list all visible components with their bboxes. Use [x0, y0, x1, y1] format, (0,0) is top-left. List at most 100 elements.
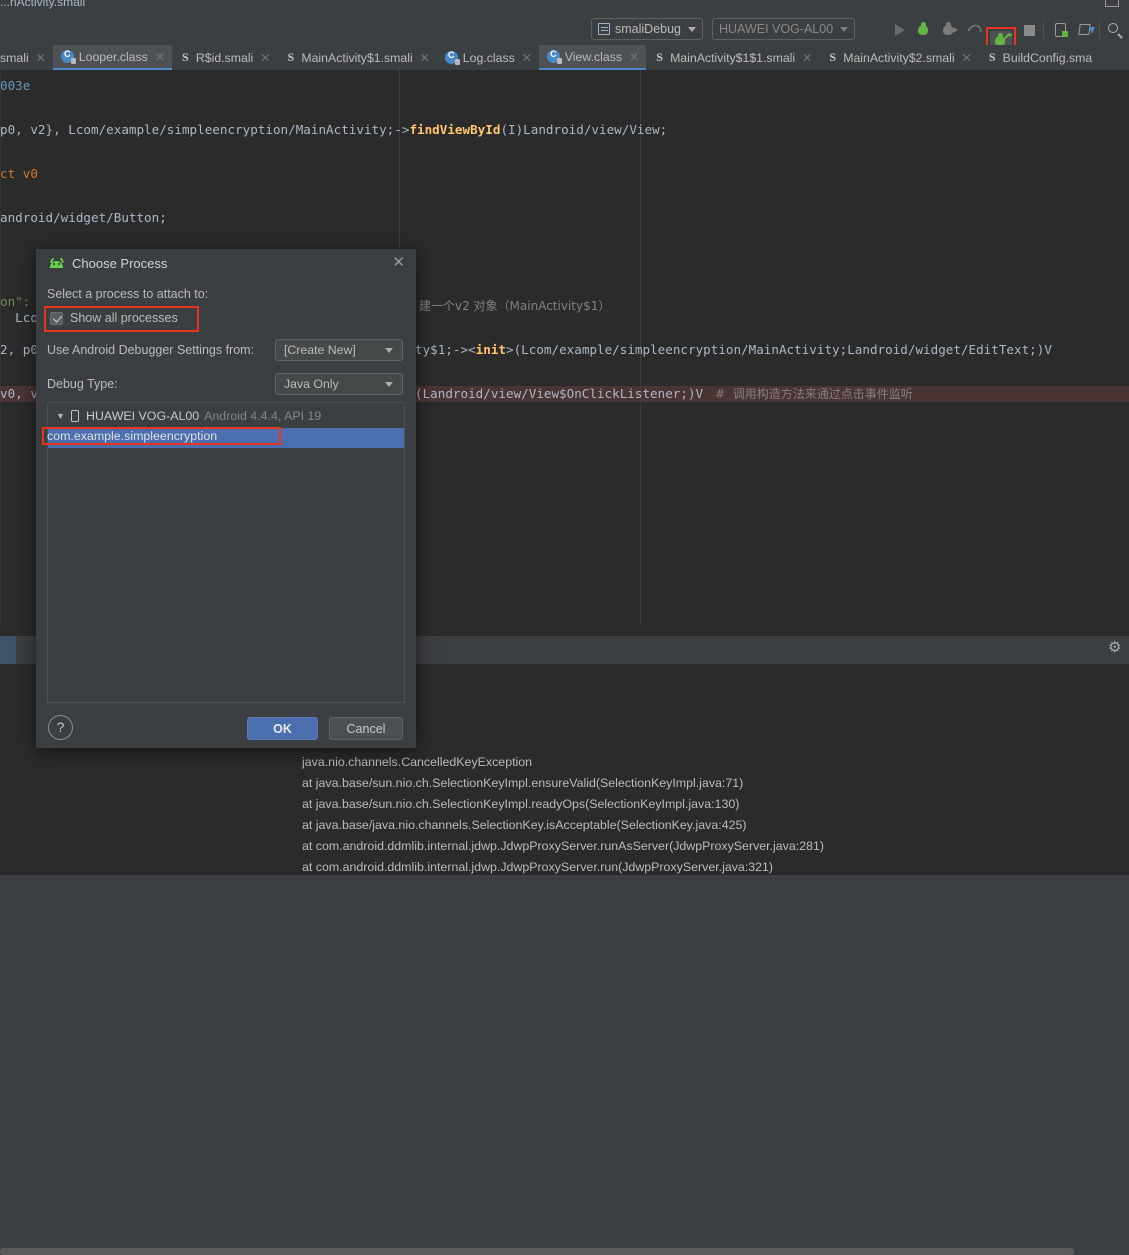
close-icon[interactable]: ✕ [392, 255, 405, 270]
sdk-manager-icon[interactable] [1078, 22, 1096, 40]
close-icon[interactable]: ✕ [629, 51, 639, 63]
tab-mainactivity1-1-smali[interactable]: S MainActivity$1$1.smali ✕ [646, 45, 819, 70]
chevron-down-icon [385, 347, 393, 353]
tab-label: BuildConfig.sma [1002, 50, 1093, 65]
show-all-processes-highlight [44, 306, 199, 332]
tab-smali-truncated[interactable]: smali ✕ [0, 45, 53, 70]
avd-manager-icon[interactable] [1053, 22, 1071, 40]
device-node-name: HUAWEI VOG-AL00 [86, 409, 200, 423]
process-tree[interactable]: ▼ HUAWEI VOG-AL00 Android 4.4.4, API 19 [47, 402, 405, 703]
close-icon[interactable]: ✕ [36, 52, 46, 64]
code-fragment: (I)Landroid/view/View; [500, 122, 668, 137]
class-file-icon [546, 49, 562, 64]
debug-type-value: Java Only [284, 377, 339, 391]
smali-file-icon: S [988, 50, 996, 64]
debug-step-icon[interactable] [941, 22, 959, 40]
toolbar-separator [1099, 22, 1100, 39]
dialog-title: Choose Process [72, 256, 168, 271]
android-studio-window: ...nActivity.smali smaliDebug HUAWEI VOG… [0, 0, 1129, 1255]
tab-label: Log.class [462, 50, 515, 65]
code-line: 003e [0, 78, 31, 93]
chevron-down-icon[interactable]: ▼ [56, 411, 67, 421]
console-line: java.nio.channels.CancelledKeyException [302, 755, 533, 769]
code-line: p0, v2}, Lcom/example/simpleencryption/M… [0, 122, 667, 138]
code-line: on": [0, 294, 31, 309]
console-line: at java.base/sun.nio.ch.SelectionKeyImpl… [302, 776, 744, 790]
run-configuration-label: smaliDebug [615, 22, 682, 36]
smali-file-icon: S [287, 50, 295, 64]
chevron-down-icon [840, 26, 849, 32]
code-comment: 建一个v2 对象（MainActivity$1） [419, 299, 611, 313]
rerun-icon[interactable] [966, 23, 984, 41]
close-icon[interactable]: ✕ [522, 52, 532, 64]
code-line: ct v0 [0, 166, 38, 181]
code-line: 2, p0 [0, 342, 38, 357]
code-fragment: (Landroid/view/View$OnClickListener;)V [415, 386, 704, 401]
smali-file-icon: S [829, 50, 837, 64]
device-icon [71, 410, 79, 422]
window-titlebar: ...nActivity.smali [0, 0, 1129, 13]
tab-mainactivity2-smali[interactable]: S MainActivity$2.smali ✕ [819, 45, 978, 70]
class-file-icon [60, 49, 76, 64]
run-configuration-selector[interactable]: smaliDebug [591, 18, 704, 40]
tab-label: MainActivity$1.smali [301, 50, 413, 65]
tab-log-class[interactable]: Log.class ✕ [437, 45, 539, 70]
tab-rid-smali[interactable]: S R$id.smali ✕ [172, 45, 277, 70]
window-title: ...nActivity.smali [0, 0, 86, 9]
smali-file-icon: S [656, 50, 663, 64]
console-line: at com.android.ddmlib.internal.jdwp.Jdwp… [302, 860, 774, 874]
tool-window-tab[interactable] [0, 636, 16, 664]
chevron-down-icon [688, 26, 697, 32]
device-label: HUAWEI VOG-AL00 [719, 22, 834, 36]
code-line: android/widget/Button; [0, 210, 167, 225]
debug-type-label: Debug Type: [47, 377, 118, 391]
device-tree-node[interactable]: ▼ HUAWEI VOG-AL00 Android 4.4.4, API 19 [48, 406, 321, 426]
tab-view-class[interactable]: View.class ✕ [538, 45, 647, 70]
close-icon[interactable]: ✕ [420, 52, 430, 64]
device-selector[interactable]: HUAWEI VOG-AL00 [712, 18, 856, 40]
tab-label: MainActivity$1$1.smali [670, 50, 796, 65]
debug-icon[interactable] [916, 22, 934, 40]
ok-button[interactable]: OK [247, 717, 318, 740]
console-line: at java.base/sun.nio.ch.SelectionKeyImpl… [302, 797, 740, 811]
debug-type-select[interactable]: Java Only [275, 373, 403, 395]
scrollbar-thumb[interactable] [0, 1248, 1074, 1255]
run-icon[interactable] [891, 22, 909, 40]
debugger-settings-select[interactable]: [Create New] [275, 339, 403, 361]
dialog-titlebar: Choose Process ✕ [36, 249, 416, 279]
code-line: v0, v [0, 386, 38, 401]
code-line: (Landroid/view/View$OnClickListener;)V # … [415, 386, 913, 402]
code-line: ty$1;-><init>(Lcom/example/simpleencrypt… [415, 342, 1052, 358]
main-toolbar: smaliDebug HUAWEI VOG-AL00 [0, 13, 1129, 53]
tab-label: View.class [564, 49, 622, 64]
close-icon[interactable]: ✕ [802, 52, 812, 64]
tab-mainactivity1-smali[interactable]: S MainActivity$1.smali ✕ [277, 45, 436, 70]
stop-icon[interactable] [1021, 22, 1039, 40]
help-button[interactable]: ? [48, 715, 73, 740]
close-icon[interactable]: ✕ [962, 52, 972, 64]
select-process-label: Select a process to attach to: [47, 287, 209, 301]
gear-icon[interactable] [1108, 640, 1121, 657]
tab-label: Looper.class [78, 49, 148, 64]
tab-buildconfig-smali[interactable]: S BuildConfig.sma [979, 45, 1100, 70]
close-icon[interactable]: ✕ [155, 51, 165, 63]
chevron-down-icon [385, 381, 393, 387]
tab-label: R$id.smali [195, 50, 254, 65]
code-comment: # 调用构造方法来通过点击事件监听 [715, 387, 913, 401]
class-file-icon [444, 50, 460, 65]
tab-label: smali [0, 50, 29, 65]
toolbar-separator [1043, 22, 1044, 39]
tab-looper-class[interactable]: Looper.class ✕ [52, 45, 172, 70]
run-configuration-icon [598, 23, 610, 35]
process-selection-highlight [42, 427, 281, 445]
cancel-button[interactable]: Cancel [329, 717, 403, 740]
tab-label: MainActivity$2.smali [843, 50, 955, 65]
console-line: at com.android.ddmlib.internal.jdwp.Jdwp… [302, 839, 825, 853]
editor-tabbar: smali ✕ Looper.class ✕ S R$id.smali ✕ S … [0, 45, 1129, 70]
search-icon[interactable] [1107, 22, 1125, 40]
android-robot-icon [48, 257, 65, 270]
close-icon[interactable]: ✕ [260, 52, 270, 64]
window-restore-button[interactable] [1105, 0, 1119, 7]
code-fragment: >(Lcom/example/simpleencryption/MainActi… [506, 342, 1052, 357]
code-fragment: ty$1;->< [415, 342, 476, 357]
